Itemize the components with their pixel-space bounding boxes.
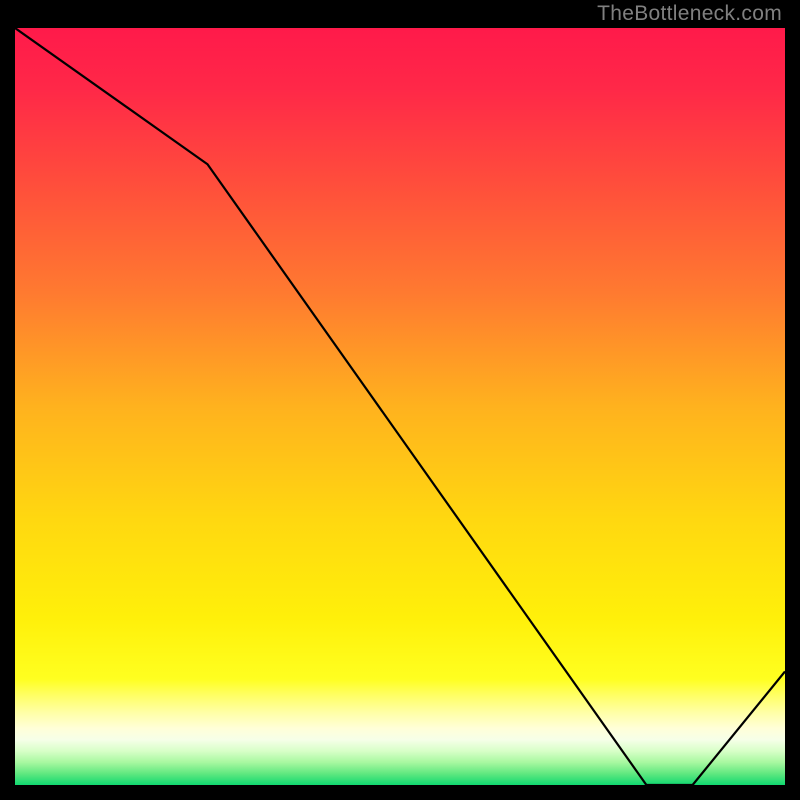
chart-frame	[15, 28, 785, 785]
series-line	[15, 28, 785, 785]
plot-area	[15, 28, 785, 785]
watermark-text: TheBottleneck.com	[597, 2, 782, 26]
